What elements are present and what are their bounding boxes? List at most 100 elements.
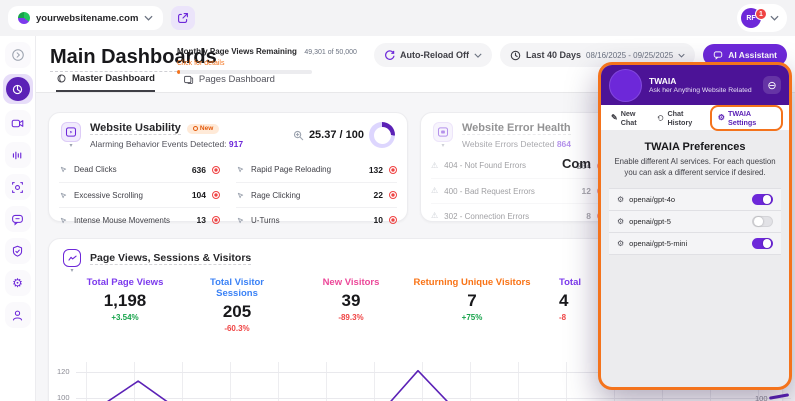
domain-selector[interactable]: yourwebsitename.com (8, 6, 163, 30)
warning-icon: ⚠ (431, 162, 438, 170)
activity-icon (67, 253, 78, 264)
usability-card-title: Website Usability (90, 122, 181, 135)
usability-row[interactable]: Intense Mouse Movements13 (59, 207, 220, 232)
metric-new-visitors: New Visitors 39 -89.3% (303, 277, 399, 322)
metrics-section-icon-box[interactable]: ▾ (63, 249, 81, 267)
alert-record-icon[interactable] (389, 216, 397, 224)
cursor-click-icon (59, 191, 68, 200)
external-link-icon (177, 12, 189, 24)
tab-twaia-settings[interactable]: ⚙ TWAIA Settings (710, 105, 783, 131)
ai-service-name: openai/gpt-5-mini (629, 239, 747, 248)
ai-service-row[interactable]: ⚙ openai/gpt-4o (609, 189, 781, 211)
chevron-down-icon (144, 15, 153, 21)
usability-card-icon-box[interactable]: ▾ (61, 122, 81, 142)
usability-row[interactable]: Rapid Page Reloading132 (236, 157, 397, 182)
tab-pages-dashboard[interactable]: Pages Dashboard (183, 73, 275, 92)
twaia-subtitle: Ask her Anything Website Related (649, 87, 763, 94)
warning-icon: ⚠ (431, 212, 438, 220)
site-favicon (18, 12, 30, 24)
chat-icon (11, 213, 24, 226)
error-row[interactable]: ⚠ 302 - Connection Errors8 (431, 203, 605, 228)
cursor-click-icon (59, 216, 68, 225)
auto-reload-selector[interactable]: Auto-Reload Off (374, 43, 492, 67)
error-card-icon-box[interactable]: ▾ (433, 122, 453, 142)
open-site-button[interactable] (171, 6, 195, 30)
metric-returning-unique-visitors: Returning Unique Visitors 7 +75% (404, 277, 540, 322)
errors-detected-count: 864 (557, 139, 571, 149)
quota-details-link[interactable]: Click for details (177, 60, 367, 67)
gear-icon: ⚙ (617, 195, 624, 204)
ai-assistant-label: AI Assistant (728, 50, 777, 60)
metrics-section-title: Page Views, Sessions & Visitors (90, 252, 251, 265)
domain-name: yourwebsitename.com (36, 13, 138, 24)
twaia-tabs: ✎ New Chat Chat History ⚙ TWAIA Settings (601, 105, 789, 130)
user-scan-icon (11, 181, 24, 194)
auto-reload-label: Auto-Reload Off (400, 50, 469, 60)
zoom-in-icon[interactable] (293, 130, 304, 141)
usability-row[interactable]: Dead Clicks636 (59, 157, 220, 182)
error-row[interactable]: ⚠ 400 - Bad Request Errors12 (431, 178, 605, 203)
cursor-click-icon (236, 165, 245, 174)
right-chart-axis-fragment: 100 (755, 394, 768, 401)
tab-new-chat[interactable]: ✎ New Chat (607, 107, 653, 129)
dashboard-tabs: Master Dashboard Pages Dashboard (56, 73, 275, 92)
new-badge: New (187, 124, 219, 134)
chevron-down-icon (770, 15, 779, 21)
ai-service-name: openai/gpt-5 (629, 217, 747, 226)
chevron-down-icon: ▾ (70, 267, 73, 274)
sidebar-item-security[interactable] (5, 238, 31, 264)
twaia-assistant-panel: TWAIA Ask her Anything Website Related ⊖… (598, 62, 792, 390)
alert-record-icon[interactable] (212, 191, 220, 199)
refresh-icon (384, 50, 395, 61)
ai-service-toggle[interactable] (752, 216, 773, 227)
sidebar-item-account[interactable] (5, 302, 31, 328)
ai-service-name: openai/gpt-4o (629, 195, 747, 204)
warning-icon: ⚠ (431, 187, 438, 195)
ai-service-toggle[interactable] (752, 194, 773, 205)
collapse-sidebar-button[interactable] (5, 42, 31, 68)
cursor-click-icon (236, 216, 245, 225)
alert-record-icon[interactable] (212, 216, 220, 224)
error-card-subtitle: Website Errors Detected 864 (462, 139, 571, 149)
sidebar-item-settings[interactable]: ⚙ (5, 270, 31, 296)
cursor-click-icon (236, 191, 245, 200)
tab-chat-history[interactable]: Chat History (653, 107, 709, 129)
ai-service-row[interactable]: ⚙ openai/gpt-5 (609, 211, 781, 233)
tab-master-dashboard[interactable]: Master Dashboard (56, 73, 155, 92)
sidebar-item-chat[interactable] (5, 206, 31, 232)
alert-record-icon[interactable] (389, 191, 397, 199)
sidebar-item-insights[interactable] (5, 142, 31, 168)
ai-service-row[interactable]: ⚙ openai/gpt-5-mini (609, 233, 781, 255)
usability-row[interactable]: U-Turns10 (236, 207, 397, 232)
user-menu[interactable]: RF 1 (737, 4, 787, 32)
usability-row[interactable]: Excessive Scrolling104 (59, 182, 220, 207)
dot-icon (193, 126, 198, 131)
chevron-down-icon: ▾ (69, 142, 72, 149)
sidebar-item-dashboards[interactable] (3, 74, 33, 104)
usability-card-subtitle: Alarming Behavior Events Detected: 917 (90, 139, 243, 149)
collapse-arrow-icon (11, 48, 25, 62)
tab-pages-label: Pages Dashboard (199, 74, 275, 85)
gear-icon: ⚙ (718, 114, 725, 122)
dashboard-icon (56, 73, 67, 84)
hidden-card-text-fragment: Com (562, 156, 591, 171)
clock-icon (510, 50, 521, 61)
alert-record-icon[interactable] (212, 166, 220, 174)
sidebar-item-recordings[interactable] (5, 110, 31, 136)
ai-service-toggle[interactable] (752, 238, 773, 249)
shield-check-icon (11, 245, 24, 258)
chevron-down-icon (678, 53, 685, 58)
minimize-panel-button[interactable]: ⊖ (763, 76, 781, 94)
twaia-settings-body: TWAIA Preferences Enable different AI se… (601, 130, 789, 261)
sidebar-item-visitors[interactable] (5, 174, 31, 200)
browser-window-icon (437, 126, 449, 138)
twaia-title: TWAIA (649, 76, 763, 86)
tab-master-label: Master Dashboard (72, 73, 155, 84)
sidebar: ⚙ (0, 36, 36, 401)
preferences-title: TWAIA Preferences (609, 141, 781, 153)
chevron-down-icon: ▾ (441, 142, 444, 149)
y-axis-tick-120: 120 (57, 367, 70, 376)
alert-record-icon[interactable] (389, 166, 397, 174)
metric-total-visitor-sessions: Total Visitor Sessions 205 -60.3% (189, 277, 285, 333)
usability-row[interactable]: Rage Clicking22 (236, 182, 397, 207)
